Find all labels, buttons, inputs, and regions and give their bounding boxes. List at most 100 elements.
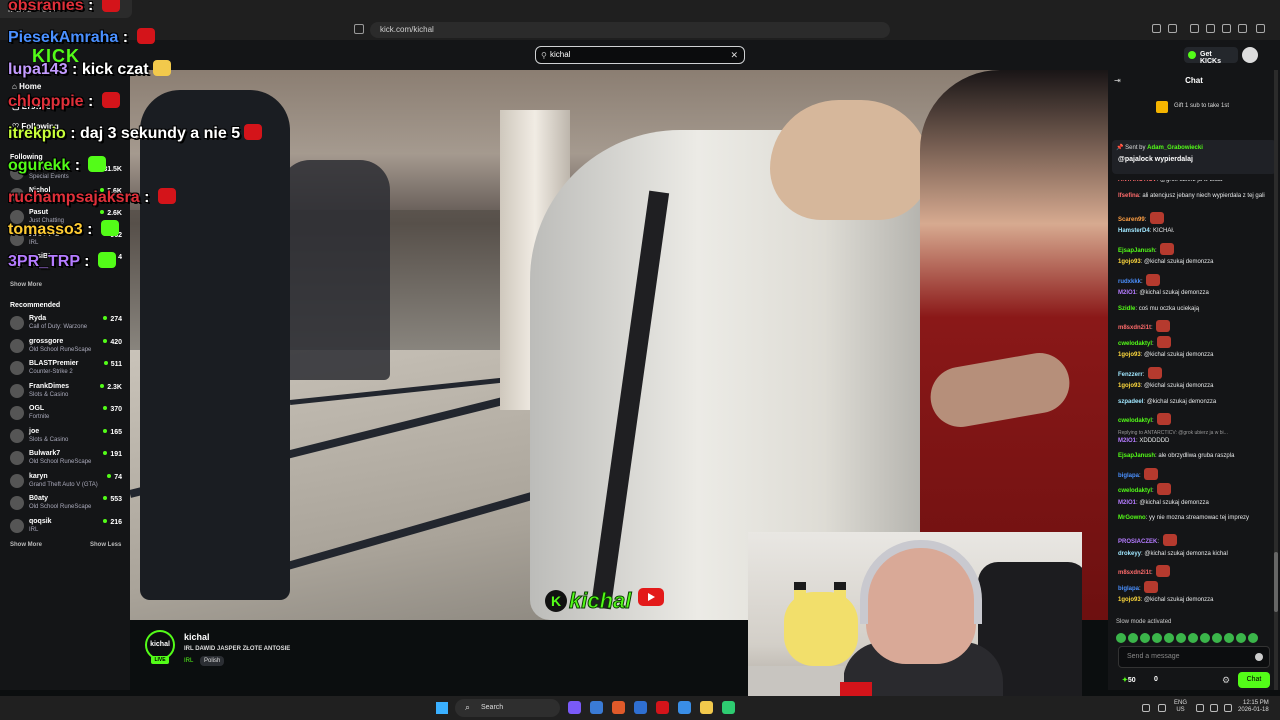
show-more-following[interactable]: Show More xyxy=(10,282,42,288)
network-icon[interactable] xyxy=(1158,704,1166,712)
chat-message[interactable]: Scaren99: xyxy=(1118,211,1274,224)
chat-message[interactable]: drokeyy: @kichal szukaj demonza kichal xyxy=(1118,550,1274,558)
chat-message[interactable]: m8sxdn2i1t: xyxy=(1118,565,1274,577)
nav-home[interactable]: ⌂ Home xyxy=(12,82,41,91)
chat-message[interactable]: 1gojo93: @kichal szukaj demonzza xyxy=(1118,382,1274,390)
chat-message[interactable]: ANTARCTICV: @grok ubierz ja w biala xyxy=(1118,180,1274,184)
chat-message[interactable]: M2IO1: XDDDDDD xyxy=(1118,437,1274,445)
chat-username[interactable]: ANTARCTICV xyxy=(1118,180,1157,183)
app-icon[interactable] xyxy=(678,701,691,714)
chat-message[interactable]: EjsapJanush: ale obrzydliwa gruba raszpl… xyxy=(1118,452,1274,460)
sidebar-channel[interactable]: qoqsik IRL 216 xyxy=(10,517,122,537)
chat-username[interactable]: biglapa xyxy=(1118,473,1139,479)
chat-username[interactable]: M2IO1 xyxy=(1118,500,1136,506)
chat-username[interactable]: Szidle xyxy=(1118,306,1135,312)
scrollbar-thumb[interactable] xyxy=(1274,552,1278,612)
menu-icon[interactable] xyxy=(1256,24,1265,33)
show-less-recommended[interactable]: Show Less xyxy=(90,542,121,548)
chat-username[interactable]: cwelodaktyl xyxy=(1118,418,1152,424)
chat-username[interactable]: EjsapJanush xyxy=(1118,453,1155,459)
kick-logo[interactable]: KICK xyxy=(32,46,80,67)
chat-message[interactable]: Szidle: coś mu oczka uciekają xyxy=(1118,305,1274,313)
wifi-icon[interactable] xyxy=(1196,704,1204,712)
chat-username[interactable]: lfsefina xyxy=(1118,193,1139,199)
chat-username[interactable]: cwelodaktyl xyxy=(1118,488,1152,494)
chat-settings-icon[interactable]: ⚙ xyxy=(1222,675,1230,686)
search-input[interactable]: ⚲ kichal ✕ xyxy=(535,46,745,64)
battery-icon[interactable] xyxy=(1224,704,1232,712)
app-icon[interactable] xyxy=(656,701,669,714)
chat-username[interactable]: EjsapJanush xyxy=(1118,248,1155,254)
language-tag[interactable]: Polish xyxy=(200,656,225,666)
taskbar-search[interactable]: Search xyxy=(455,699,560,717)
chat-message[interactable]: 1gojo93: @kichal szukaj demonzza xyxy=(1118,596,1274,604)
chat-message[interactable]: cwelodaktyl: xyxy=(1118,483,1274,495)
clock[interactable]: 12:15 PM 2026-01-18 xyxy=(1238,700,1269,714)
chat-username[interactable]: m8sxdn2i1t xyxy=(1118,570,1151,576)
sidebar-channel[interactable]: FrankDimes Slots & Casino 2.3K xyxy=(10,382,122,402)
stream-category[interactable]: IRL xyxy=(184,658,193,664)
app-icon[interactable] xyxy=(722,701,735,714)
chat-username[interactable]: drokeyy xyxy=(1118,551,1141,557)
gift-prompt[interactable]: Gift 1 sub to take 1st xyxy=(1174,103,1229,109)
tray-arrow-icon[interactable] xyxy=(1142,704,1150,712)
chat-message[interactable]: MrGowno: yy nie mozna streamowac tej imp… xyxy=(1118,514,1274,522)
sidebar-channel[interactable]: Nichol Just Chatting 5.6K xyxy=(10,186,122,206)
chat-message[interactable]: szpadeel: @kichal szukaj demonzza xyxy=(1118,398,1274,406)
chat-message[interactable]: biglapa: xyxy=(1118,580,1274,593)
chat-message[interactable]: biglapa: xyxy=(1118,467,1274,480)
chat-message[interactable]: rudxkkk: xyxy=(1118,273,1274,286)
emote-quickbar[interactable] xyxy=(1116,630,1276,643)
app-icon[interactable] xyxy=(612,701,625,714)
chat-message[interactable]: Fenzzerr: xyxy=(1118,366,1274,379)
volume-icon[interactable] xyxy=(1210,704,1218,712)
chat-username[interactable]: MrGowno xyxy=(1118,515,1146,521)
nav-browse[interactable]: ▢ Browse xyxy=(12,102,51,111)
chat-message[interactable]: cwelodaktyl: xyxy=(1118,335,1274,348)
box-balance[interactable]: 0 xyxy=(1154,676,1158,683)
sidebar-channel[interactable]: nasiBt IRL 4 xyxy=(10,252,122,272)
kicks-balance[interactable]: 50 xyxy=(1122,676,1136,684)
sidebar-channel[interactable]: grossgore Old School RuneScape 420 xyxy=(10,337,122,357)
chat-username[interactable]: M2IO1 xyxy=(1118,438,1136,444)
chat-message[interactable]: cwelodaktyl: xyxy=(1118,413,1274,425)
sidebar-channel[interactable]: joe Slots & Casino 165 xyxy=(10,427,122,447)
chat-username[interactable]: 1gojo93 xyxy=(1118,259,1141,265)
emoji-picker-icon[interactable] xyxy=(1255,653,1263,661)
app-icon[interactable] xyxy=(634,701,647,714)
sidebar-channel[interactable]: B0aty Old School RuneScape 553 xyxy=(10,494,122,514)
sidebar-channel[interactable]: aikoleimi IRL 962 xyxy=(10,230,122,250)
chat-username[interactable]: cwelodaktyl xyxy=(1118,341,1152,347)
pinned-message[interactable]: 📌 Sent by Adam_Grabowiecki @pajalock wyp… xyxy=(1112,140,1276,174)
chat-message[interactable]: 1gojo93: @kichal szukaj demonzza xyxy=(1118,351,1274,359)
profile-avatar[interactable] xyxy=(1242,47,1258,63)
sidebar-channel[interactable]: karyn Grand Theft Auto V (GTA) 74 xyxy=(10,472,122,492)
split-view-icon[interactable] xyxy=(1206,24,1215,33)
vpn-icon[interactable] xyxy=(1238,24,1247,33)
chat-input[interactable]: Send a message xyxy=(1118,646,1270,668)
sidebar-channel[interactable]: Bulwark7 Old School RuneScape 191 xyxy=(10,449,122,469)
windows-start-icon[interactable] xyxy=(436,702,448,714)
app-icon[interactable] xyxy=(568,701,581,714)
channel-name[interactable]: kichal xyxy=(184,632,210,642)
nav-following[interactable]: ♡ Following xyxy=(12,122,59,131)
chat-username[interactable]: 1gojo93 xyxy=(1118,352,1141,358)
chat-message[interactable]: M2IO1: @kichal szukaj demonzza xyxy=(1118,289,1274,297)
chat-username[interactable]: Scaren99 xyxy=(1118,217,1145,223)
sidebar-channel[interactable]: xQcOW Special Events 31.5K xyxy=(10,164,122,184)
chat-username[interactable]: Fenzzerr xyxy=(1118,372,1143,378)
browser-tab[interactable]: kichal - Kick xyxy=(0,0,132,18)
chat-username[interactable]: 1gojo93 xyxy=(1118,597,1141,603)
chat-message[interactable]: lfsefina: ali atencjusz jebany niech wyp… xyxy=(1118,192,1274,200)
get-kicks-button[interactable]: Get KICKs xyxy=(1184,47,1238,65)
sidebar-channel[interactable]: OGL Fortnite 370 xyxy=(10,404,122,424)
extension-icon[interactable] xyxy=(1168,24,1177,33)
bookmark-icon[interactable] xyxy=(354,24,364,34)
chat-message[interactable]: m8sxdn2i1t: xyxy=(1118,320,1274,332)
language-indicator[interactable]: ENG US xyxy=(1174,700,1187,714)
app-icon[interactable] xyxy=(590,701,603,714)
show-more-recommended[interactable]: Show More xyxy=(10,542,42,548)
chat-message[interactable]: M2IO1: @kichal szukaj demonzza xyxy=(1118,499,1274,507)
sidebar-channel[interactable]: Ryda Call of Duty: Warzone 274 xyxy=(10,314,122,334)
sidebar-channel[interactable]: Pasut Just Chatting 2.6K xyxy=(10,208,122,228)
